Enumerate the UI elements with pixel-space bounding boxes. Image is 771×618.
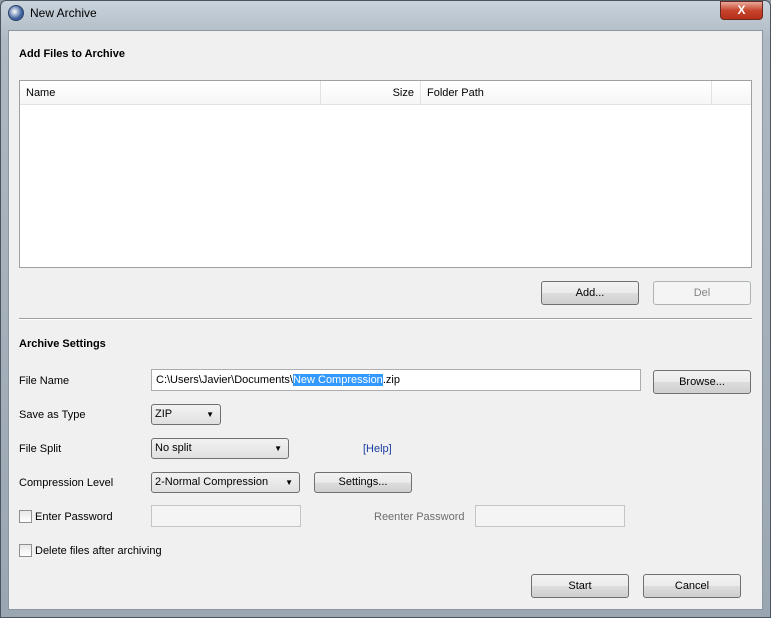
enter-password-checkbox[interactable]	[19, 510, 32, 523]
browse-button[interactable]: Browse...	[653, 370, 751, 394]
column-name[interactable]: Name	[20, 81, 321, 105]
file-split-value: No split	[155, 442, 192, 454]
add-files-heading: Add Files to Archive	[19, 48, 125, 60]
del-button[interactable]: Del	[653, 281, 751, 305]
archive-settings-heading: Archive Settings	[19, 338, 106, 350]
title-bar: New Archive	[8, 5, 97, 21]
column-folder-path[interactable]: Folder Path	[421, 81, 712, 105]
reenter-password-label: Reenter Password	[374, 511, 465, 523]
file-name-selection: New Compression	[292, 374, 383, 386]
save-type-select[interactable]: ZIP ▼	[151, 404, 221, 425]
dropdown-arrow-icon: ▼	[285, 478, 293, 487]
settings-button[interactable]: Settings...	[314, 472, 412, 493]
file-split-select[interactable]: No split ▼	[151, 438, 289, 459]
file-name-label: File Name	[19, 375, 70, 387]
dropdown-arrow-icon: ▼	[274, 444, 282, 453]
save-type-value: ZIP	[155, 408, 173, 420]
help-link[interactable]: [Help]	[363, 443, 392, 455]
save-type-label: Save as Type	[19, 409, 86, 421]
delete-files-label: Delete files after archiving	[35, 545, 162, 557]
close-button[interactable]: X	[720, 1, 763, 20]
cancel-button[interactable]: Cancel	[643, 574, 741, 598]
file-name-extension: .zip	[382, 374, 400, 386]
file-name-input[interactable]: C:\Users\Javier\Documents\New Compressio…	[151, 369, 641, 391]
app-icon	[8, 5, 24, 21]
file-list[interactable]: Name Size Folder Path	[19, 80, 752, 268]
compression-level-label: Compression Level	[19, 477, 114, 489]
column-size[interactable]: Size	[321, 81, 421, 105]
compression-level-value: 2-Normal Compression	[155, 476, 269, 488]
window-title: New Archive	[30, 6, 97, 20]
column-filler	[712, 81, 751, 105]
divider	[19, 318, 752, 320]
start-button[interactable]: Start	[531, 574, 629, 598]
dropdown-arrow-icon: ▼	[206, 410, 214, 419]
delete-files-checkbox[interactable]	[19, 544, 32, 557]
dialog-body: Add Files to Archive Name Size Folder Pa…	[8, 30, 763, 610]
compression-level-select[interactable]: 2-Normal Compression ▼	[151, 472, 300, 493]
reenter-password-input[interactable]	[475, 505, 625, 527]
add-button[interactable]: Add...	[541, 281, 639, 305]
file-split-label: File Split	[19, 443, 62, 455]
file-name-path: C:\Users\Javier\Documents\	[156, 374, 293, 386]
enter-password-label: Enter Password	[35, 511, 113, 523]
password-input[interactable]	[151, 505, 301, 527]
